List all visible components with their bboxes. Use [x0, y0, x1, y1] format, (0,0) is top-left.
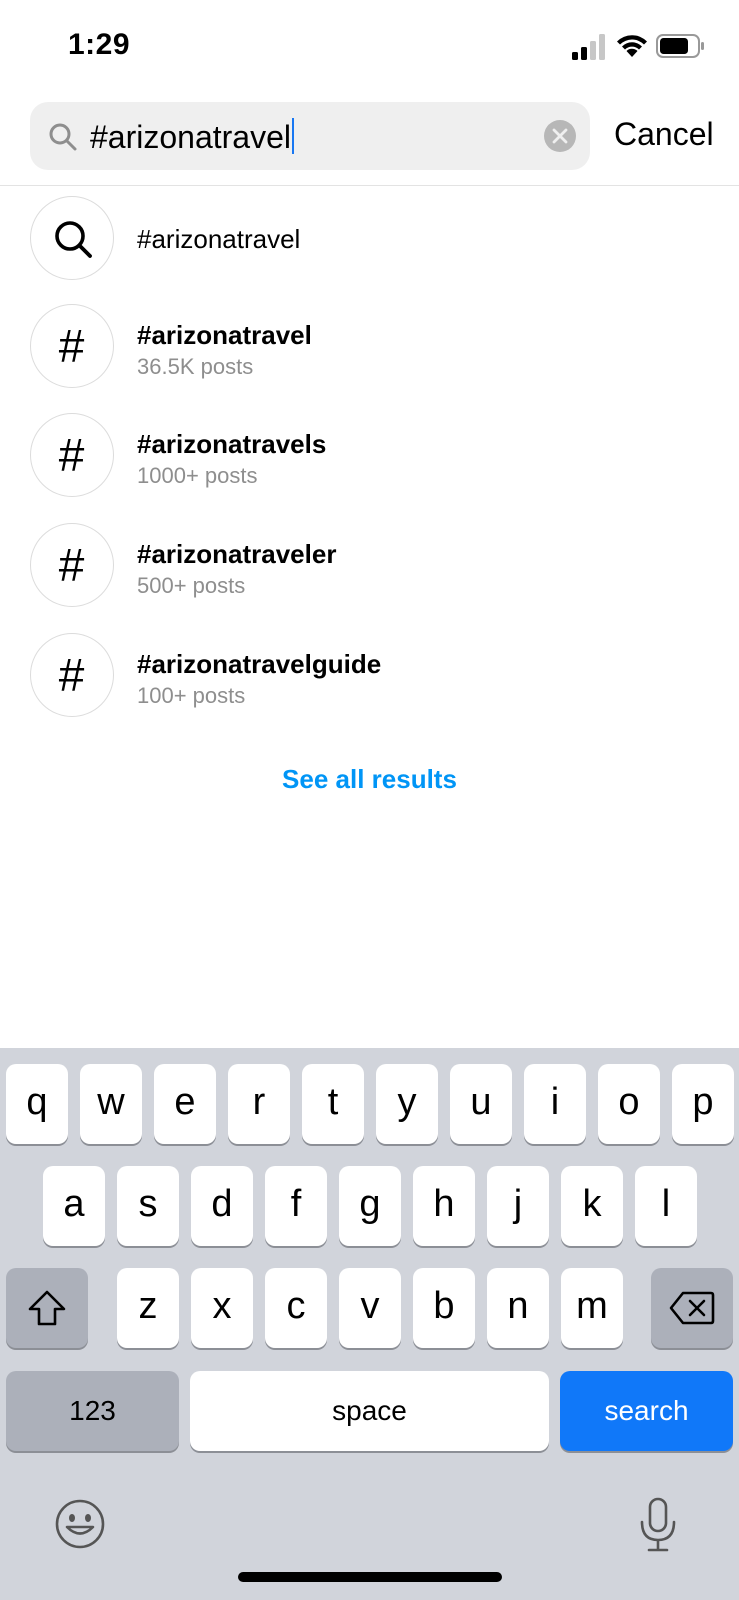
result-avatar: [30, 196, 114, 280]
search-key[interactable]: search: [560, 1371, 733, 1451]
result-avatar: #: [30, 413, 114, 497]
result-avatar: #: [30, 523, 114, 607]
clear-icon: [552, 128, 568, 144]
shift-key[interactable]: [6, 1268, 88, 1348]
key-g[interactable]: g: [339, 1166, 401, 1246]
key-f[interactable]: f: [265, 1166, 327, 1246]
result-item-hashtag[interactable]: # #arizonatravels 1000+ posts: [0, 403, 739, 513]
result-item-hashtag[interactable]: # #arizonatravelguide 100+ posts: [0, 623, 739, 733]
key-u[interactable]: u: [450, 1064, 512, 1144]
key-n[interactable]: n: [487, 1268, 549, 1348]
key-v[interactable]: v: [339, 1268, 401, 1348]
clear-search-button[interactable]: [544, 120, 576, 152]
battery-icon: [656, 34, 704, 58]
result-post-count: 100+ posts: [137, 683, 246, 708]
result-post-count: 500+ posts: [137, 573, 246, 598]
key-x[interactable]: x: [191, 1268, 253, 1348]
key-h[interactable]: h: [413, 1166, 475, 1246]
result-avatar: #: [30, 304, 114, 388]
key-d[interactable]: d: [191, 1166, 253, 1246]
key-r[interactable]: r: [228, 1064, 290, 1144]
search-icon: [55, 221, 92, 258]
key-p[interactable]: p: [672, 1064, 734, 1144]
see-all-results-link[interactable]: See all results: [0, 764, 739, 795]
backspace-icon: [669, 1291, 715, 1325]
result-item-hashtag[interactable]: # #arizonatravel 36.5K posts: [0, 294, 739, 404]
result-post-count: 1000+ posts: [137, 463, 258, 488]
key-b[interactable]: b: [413, 1268, 475, 1348]
key-k[interactable]: k: [561, 1166, 623, 1246]
key-a[interactable]: a: [43, 1166, 105, 1246]
key-l[interactable]: l: [635, 1166, 697, 1246]
status-bar: 1:29: [0, 0, 739, 92]
result-title: #arizonatravel: [137, 320, 312, 350]
key-t[interactable]: t: [302, 1064, 364, 1144]
key-q[interactable]: q: [6, 1064, 68, 1144]
result-title: #arizonatraveler: [137, 539, 337, 569]
result-title: #arizonatravels: [137, 429, 327, 459]
key-o[interactable]: o: [598, 1064, 660, 1144]
hashtag-icon: #: [58, 649, 85, 701]
result-title: #arizonatravel: [137, 224, 301, 254]
result-title: #arizonatravelguide: [137, 649, 382, 679]
search-query-value: #arizonatravel: [90, 119, 291, 155]
result-avatar: #: [30, 633, 114, 717]
search-header: #arizonatravel Cancel: [0, 92, 739, 186]
hashtag-icon: #: [58, 320, 85, 372]
space-key[interactable]: space: [190, 1371, 549, 1451]
hashtag-icon: #: [58, 539, 85, 591]
shift-icon: [28, 1290, 66, 1326]
key-s[interactable]: s: [117, 1166, 179, 1246]
search-icon: [49, 123, 77, 151]
backspace-key[interactable]: [651, 1268, 733, 1348]
key-c[interactable]: c: [265, 1268, 327, 1348]
cancel-button[interactable]: Cancel: [614, 116, 714, 153]
emoji-icon[interactable]: [54, 1498, 106, 1550]
key-m[interactable]: m: [561, 1268, 623, 1348]
search-input[interactable]: #arizonatravel: [30, 102, 590, 170]
key-w[interactable]: w: [80, 1064, 142, 1144]
result-item-hashtag[interactable]: # #arizonatraveler 500+ posts: [0, 513, 739, 623]
search-query-text[interactable]: #arizonatravel: [90, 118, 294, 156]
result-post-count: 36.5K posts: [137, 354, 254, 379]
key-e[interactable]: e: [154, 1064, 216, 1144]
numbers-key[interactable]: 123: [6, 1371, 179, 1451]
keyboard: q w e r t y u i o p a s d f g h j k l z …: [0, 1048, 739, 1600]
key-z[interactable]: z: [117, 1268, 179, 1348]
key-y[interactable]: y: [376, 1064, 438, 1144]
result-item-search-query[interactable]: #arizonatravel: [0, 186, 739, 296]
key-j[interactable]: j: [487, 1166, 549, 1246]
text-caret: [292, 118, 294, 154]
cellular-signal-icon: [572, 34, 605, 60]
microphone-icon[interactable]: [634, 1496, 682, 1554]
wifi-icon: [617, 35, 647, 57]
key-i[interactable]: i: [524, 1064, 586, 1144]
hashtag-icon: #: [58, 429, 85, 481]
status-time: 1:29: [68, 28, 131, 61]
home-indicator[interactable]: [238, 1572, 502, 1582]
